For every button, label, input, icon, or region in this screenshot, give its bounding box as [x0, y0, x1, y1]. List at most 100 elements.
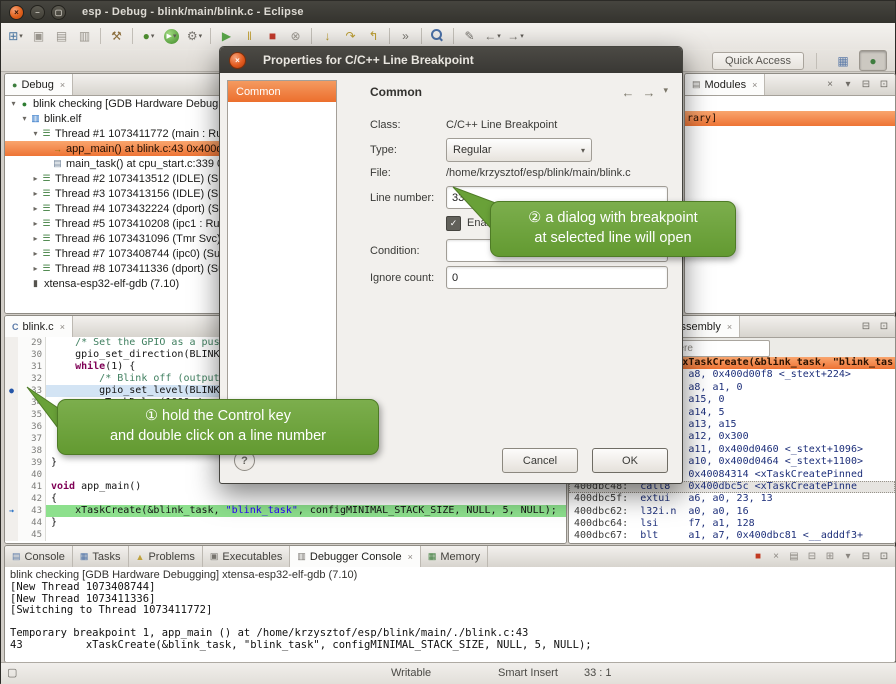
- save-icon[interactable]: ▣: [28, 26, 49, 46]
- last-edit-location-icon[interactable]: ✎: [459, 26, 480, 46]
- expander-icon[interactable]: ▸: [31, 174, 40, 183]
- tab-blink-c[interactable]: C blink.c ×: [5, 316, 73, 337]
- minimize-icon[interactable]: ⊟: [859, 551, 873, 562]
- ignore-count-input[interactable]: [446, 266, 668, 289]
- debug-tree-item[interactable]: ▤main_task() at cpu_start.c:339 0x4: [5, 156, 221, 171]
- expander-icon[interactable]: ▸: [31, 189, 40, 198]
- expander-icon[interactable]: ▸: [31, 219, 40, 228]
- sidebar-item-common[interactable]: Common: [228, 81, 336, 102]
- ok-button[interactable]: OK: [592, 448, 668, 473]
- debug-icon[interactable]: ●▾: [138, 26, 159, 46]
- view-menu-icon[interactable]: ▾: [663, 85, 668, 100]
- window-maximize-button[interactable]: ▢: [51, 5, 66, 20]
- cancel-button[interactable]: Cancel: [502, 448, 578, 473]
- line-number[interactable]: 40: [18, 469, 46, 481]
- tab-tasks[interactable]: ▦Tasks: [73, 546, 129, 567]
- forward-icon[interactable]: →▾: [505, 26, 526, 46]
- expander-icon[interactable]: ▾: [31, 129, 40, 138]
- line-number[interactable]: 45: [18, 529, 46, 541]
- tab-debug[interactable]: ● Debug ×: [5, 74, 73, 95]
- close-icon[interactable]: ×: [60, 80, 65, 90]
- debug-perspective-button[interactable]: ●: [859, 50, 887, 71]
- line-number[interactable]: 44: [18, 517, 46, 529]
- back-icon[interactable]: ←: [621, 85, 634, 100]
- tab-executables[interactable]: ▣Executables: [203, 546, 290, 567]
- tab-console[interactable]: ▤Console: [5, 546, 73, 567]
- editor-line[interactable]: 44}: [5, 517, 566, 529]
- suspend-icon[interactable]: ‖: [239, 26, 260, 46]
- line-number[interactable]: 34: [18, 397, 46, 409]
- close-icon[interactable]: ×: [60, 322, 65, 332]
- expander-icon[interactable]: ▾: [20, 114, 29, 123]
- debug-tree-item[interactable]: ▸☰Thread #5 1073410208 (ipc1 : Runni: [5, 216, 221, 231]
- editor-line[interactable]: →43 xTaskCreate(&blink_task, "blink_task…: [5, 505, 566, 517]
- tab-memory[interactable]: ▦Memory: [421, 546, 488, 567]
- disassembly-instruction[interactable]: 400dbc62: l32i.n a0, a0, 16: [569, 506, 895, 518]
- expander-icon[interactable]: ▾: [9, 99, 18, 108]
- terminate-icon[interactable]: ■: [262, 26, 283, 46]
- debug-tree-item[interactable]: ▾●blink checking [GDB Hardware Debug: [5, 96, 221, 111]
- search-icon[interactable]: [427, 26, 448, 46]
- debug-tree-item[interactable]: ▸☰Thread #2 1073413512 (IDLE) (Susp: [5, 171, 221, 186]
- line-number[interactable]: 33: [18, 385, 46, 397]
- maximize-icon[interactable]: ⊡: [877, 79, 891, 90]
- tab-debugger-console[interactable]: ▥Debugger Console×: [290, 546, 421, 567]
- step-into-icon[interactable]: ↓: [317, 26, 338, 46]
- expander-icon[interactable]: ▸: [31, 264, 40, 273]
- dialog-close-button[interactable]: ×: [229, 52, 246, 69]
- view-menu-icon[interactable]: ▾: [841, 551, 855, 562]
- debug-tree-item[interactable]: ▾▥blink.elf: [5, 111, 221, 126]
- line-number[interactable]: 30: [18, 349, 46, 361]
- close-icon[interactable]: ×: [408, 552, 413, 562]
- new-icon[interactable]: ⊞▾: [5, 26, 26, 46]
- minimize-icon[interactable]: ⊟: [859, 79, 873, 90]
- line-number[interactable]: 39: [18, 457, 46, 469]
- step-over-icon[interactable]: ↷: [340, 26, 361, 46]
- external-tools-icon[interactable]: ⚙▾: [184, 26, 205, 46]
- debug-tree-item[interactable]: ▸☰Thread #7 1073408744 (ipc0) (Susp: [5, 246, 221, 261]
- tab-modules[interactable]: ▤ Modules ×: [685, 74, 765, 95]
- line-number[interactable]: 41: [18, 481, 46, 493]
- minimize-icon[interactable]: ⊟: [859, 321, 873, 332]
- forward-icon[interactable]: →: [642, 85, 655, 100]
- clear-icon[interactable]: ×: [823, 79, 837, 90]
- save-all-icon[interactable]: ▤: [51, 26, 72, 46]
- debug-tree-item[interactable]: ▸☰Thread #6 1073431096 (Tmr Svc) (S: [5, 231, 221, 246]
- disassembly-instruction[interactable]: 400dbc5f: extui a6, a0, 23, 13: [569, 493, 895, 505]
- editor-line[interactable]: 42{: [5, 493, 566, 505]
- maximize-icon[interactable]: ⊡: [877, 551, 891, 562]
- quick-access-button[interactable]: Quick Access: [712, 52, 804, 70]
- close-icon[interactable]: ×: [727, 322, 732, 332]
- line-number[interactable]: 31: [18, 361, 46, 373]
- scroll-lock-icon[interactable]: ⊟: [805, 551, 819, 562]
- disassembly-instruction[interactable]: 400dbc64: lsi f7, a1, 128: [569, 518, 895, 530]
- line-number[interactable]: 37: [18, 433, 46, 445]
- back-icon[interactable]: ←▾: [482, 26, 503, 46]
- view-menu-icon[interactable]: ▾: [841, 79, 855, 90]
- debug-tree-item[interactable]: →app_main() at blink.c:43 0x400db: [5, 141, 221, 156]
- close-icon[interactable]: ×: [752, 80, 757, 90]
- expander-icon[interactable]: ▸: [31, 234, 40, 243]
- editor-line[interactable]: 45: [5, 529, 566, 541]
- line-number[interactable]: 32: [18, 373, 46, 385]
- debug-tree-item[interactable]: ▸☰Thread #4 1073432224 (dport) (Sus: [5, 201, 221, 216]
- run-icon[interactable]: ▶▾: [164, 29, 179, 44]
- line-number[interactable]: 36: [18, 421, 46, 433]
- type-dropdown[interactable]: Regular ▾: [446, 138, 592, 162]
- debug-tree-item[interactable]: ▾☰Thread #1 1073411772 (main : Runn: [5, 126, 221, 141]
- expander-icon[interactable]: ▸: [31, 249, 40, 258]
- dialog-titlebar[interactable]: × Properties for C/C++ Line Breakpoint: [220, 47, 682, 73]
- build-icon[interactable]: ⚒: [106, 26, 127, 46]
- editor-presentation-icon[interactable]: ▢: [7, 666, 17, 679]
- window-minimize-button[interactable]: –: [30, 5, 45, 20]
- modules-row-selected[interactable]: rary]: [685, 111, 895, 126]
- tab-problems[interactable]: ▲Problems: [129, 546, 203, 567]
- line-number[interactable]: 42: [18, 493, 46, 505]
- debug-tree-item[interactable]: ▸☰Thread #3 1073413156 (IDLE) (Susp: [5, 186, 221, 201]
- instruction-stepping-icon[interactable]: »: [395, 26, 416, 46]
- line-number[interactable]: 29: [18, 337, 46, 349]
- resume-icon[interactable]: ▶: [216, 26, 237, 46]
- terminate-icon[interactable]: ■: [751, 551, 765, 562]
- clear-console-icon[interactable]: ▤: [787, 551, 801, 562]
- step-return-icon[interactable]: ↰: [363, 26, 384, 46]
